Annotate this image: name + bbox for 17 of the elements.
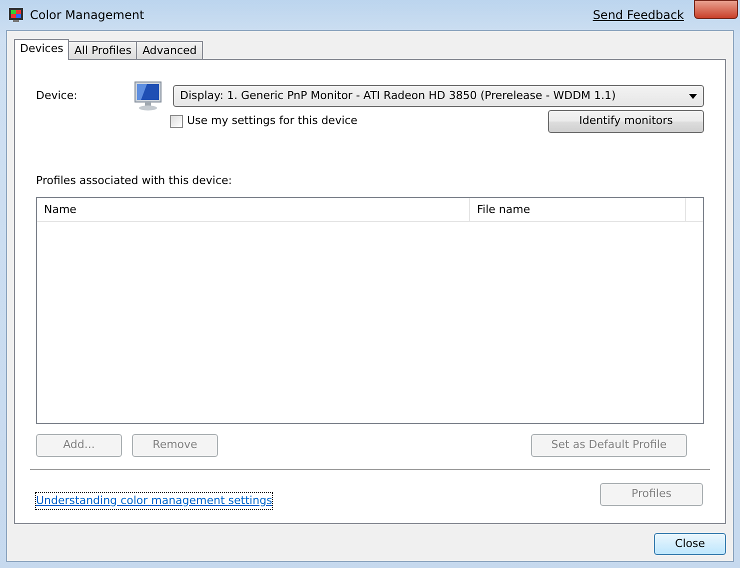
tab[interactable]: All Profiles <box>68 41 138 59</box>
send-feedback-link[interactable]: Send Feedback <box>592 6 684 24</box>
help-link[interactable]: Understanding color management settings <box>36 492 272 509</box>
caret-icon <box>689 94 697 98</box>
identify-monitors-button[interactable]: Identify monitors <box>548 110 704 133</box>
device-dropdown[interactable]: Display: 1. Generic PnP Monitor - ATI Radeon HD 3850 (Prerelease - WDDM 1.1) <box>173 85 704 107</box>
tab[interactable]: Devices <box>14 39 70 60</box>
column-header[interactable]: File name <box>470 198 686 220</box>
device-label: Device: <box>36 88 78 104</box>
close-button[interactable]: Close <box>654 533 726 555</box>
profiles-label: Profiles associated with this device: <box>36 173 232 189</box>
window-title: Color Management <box>30 7 144 24</box>
use-settings-checkbox[interactable]: Use my settings for this device <box>170 113 548 130</box>
tab[interactable]: Advanced <box>136 41 203 59</box>
column-header[interactable]: Name <box>37 198 470 220</box>
app-icon <box>8 7 24 23</box>
profiles-list[interactable]: Name File name <box>36 196 704 424</box>
